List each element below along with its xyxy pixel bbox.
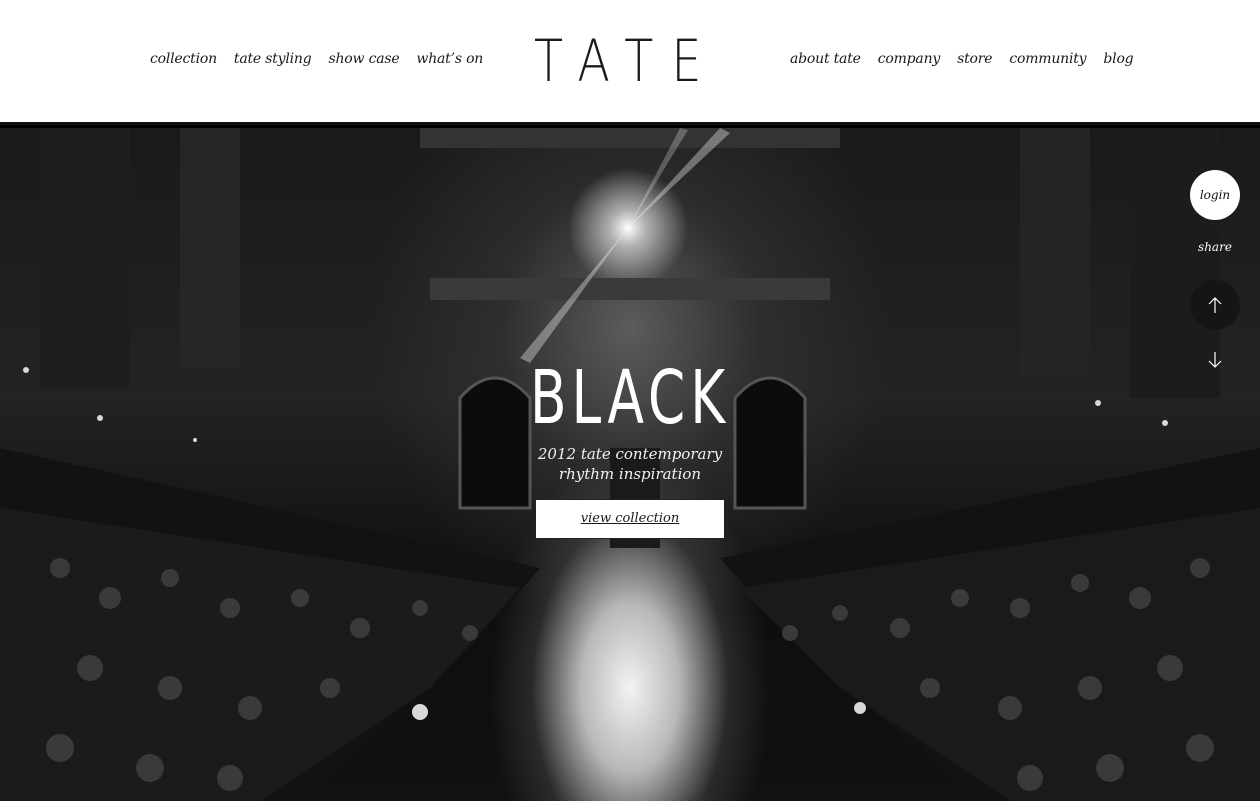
arrow-down-icon bbox=[1208, 352, 1222, 368]
nav-blog[interactable]: blog bbox=[1103, 51, 1133, 67]
nav-about-tate[interactable]: about tate bbox=[790, 51, 861, 67]
site-logo[interactable]: TATE bbox=[534, 30, 701, 92]
view-collection-button[interactable]: view collection bbox=[535, 499, 725, 539]
hero-subtitle-line-1: 2012 tate contemporary bbox=[537, 445, 723, 463]
nav-collection[interactable]: collection bbox=[150, 51, 217, 67]
hero-subtitle-line-2: rhythm inspiration bbox=[558, 465, 702, 483]
nav-store[interactable]: store bbox=[957, 51, 992, 67]
primary-nav-left: collection tate styling show case what’s… bbox=[150, 51, 483, 67]
scroll-down-button[interactable] bbox=[1190, 335, 1240, 385]
hero-title: BLACK bbox=[529, 355, 731, 441]
nav-community[interactable]: community bbox=[1009, 51, 1086, 67]
arrow-up-icon bbox=[1208, 297, 1222, 313]
primary-nav-right: about tate company store community blog bbox=[790, 51, 1134, 67]
site-header: collection tate styling show case what’s… bbox=[0, 0, 1260, 125]
login-button[interactable]: login bbox=[1190, 170, 1240, 220]
nav-tate-styling[interactable]: tate styling bbox=[234, 51, 312, 67]
hero-subtitle: 2012 tate contemporary rhythm inspiratio… bbox=[0, 444, 1260, 484]
hero-content: BLACK 2012 tate contemporary rhythm insp… bbox=[0, 358, 1260, 539]
nav-whats-on[interactable]: what’s on bbox=[416, 51, 483, 67]
nav-show-case[interactable]: show case bbox=[329, 51, 400, 67]
nav-company[interactable]: company bbox=[878, 51, 941, 67]
share-button[interactable]: share bbox=[1190, 240, 1240, 254]
scroll-up-button[interactable] bbox=[1190, 280, 1240, 330]
hero-banner: BLACK 2012 tate contemporary rhythm insp… bbox=[0, 128, 1260, 801]
